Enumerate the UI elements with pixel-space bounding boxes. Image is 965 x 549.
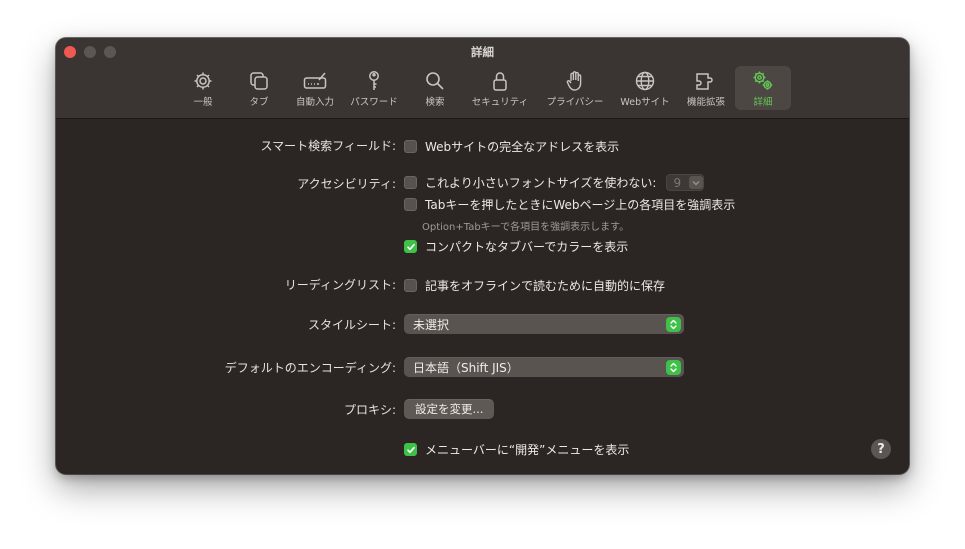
settings-pane: スマート検索フィールド: Webサイトの完全なアドレスを表示 アクセシビリティ:… [56, 119, 909, 474]
tab-websites[interactable]: Webサイト [617, 66, 673, 110]
checkmark-icon [406, 243, 415, 250]
tab-autofill[interactable]: 自動入力 [287, 66, 343, 110]
full-address-text: Webサイトの完全なアドレスを表示 [425, 140, 620, 154]
tab-advanced[interactable]: 詳細 [735, 66, 791, 110]
window-title: 詳細 [471, 45, 494, 59]
help-button[interactable]: ? [871, 439, 891, 459]
hand-icon [566, 71, 582, 91]
smart-search-label: スマート検索フィールド: [260, 139, 396, 153]
updown-chevron-icon [666, 359, 681, 375]
stylesheet-select-wrap: 未選択 [404, 314, 684, 334]
updown-chevron-icon [666, 316, 681, 332]
puzzle-icon [696, 73, 713, 90]
search-icon [426, 72, 444, 90]
min-font-option[interactable]: これより小さいフォントサイズを使わない: 9 [404, 174, 705, 191]
stylesheet-label: スタイルシート: [307, 318, 396, 332]
encoding-label: デフォルトのエンコーディング: [224, 361, 396, 375]
preferences-window: 詳細 一般 タブ 自動入力 パスワード 検索 セキュリティ プライバシー Web… [56, 38, 909, 474]
key-icon [369, 71, 379, 90]
gear-icon [194, 72, 212, 90]
full-address-checkbox[interactable] [404, 140, 417, 153]
tab-highlight-text: Tabキーを押したときにWebページ上の各項目を強調表示 [425, 198, 736, 212]
tabs-icon [250, 72, 268, 90]
tab-highlight-hint: Option+Tabキーで各項目を強調表示します。 [422, 222, 630, 233]
compact-tab-text: コンパクトなタブバーでカラーを表示 [425, 240, 629, 254]
gears-icon [753, 71, 773, 90]
tab-extensions[interactable]: 機能拡張 [678, 66, 734, 110]
tab-general[interactable]: 一般 [175, 66, 231, 110]
tab-label: タブ [249, 97, 269, 108]
stylesheet-select[interactable]: 未選択 [404, 314, 684, 334]
develop-menu-option[interactable]: メニューバーに“開発”メニューを表示 [404, 441, 629, 458]
tab-tabs[interactable]: タブ [231, 66, 287, 110]
tab-privacy[interactable]: プライバシー [547, 66, 603, 110]
titlebar: 詳細 一般 タブ 自動入力 パスワード 検索 セキュリティ プライバシー Web… [56, 38, 909, 119]
change-settings-button[interactable]: 設定を変更... [404, 399, 495, 419]
develop-menu-checkbox[interactable] [404, 443, 417, 456]
compact-tab-checkbox[interactable] [404, 240, 417, 253]
offline-save-text: 記事をオフラインで読むために自動的に保存 [425, 279, 666, 293]
offline-save-option[interactable]: 記事をオフラインで読むために自動的に保存 [404, 277, 665, 294]
tab-label: セキュリティ [471, 97, 529, 108]
min-font-size-value: 9 [673, 175, 682, 190]
develop-menu-text: メニューバーに“開発”メニューを表示 [425, 443, 630, 457]
lock-icon [493, 72, 507, 91]
tab-label: プライバシー [546, 97, 604, 108]
encoding-value: 日本語（Shift JIS） [413, 360, 519, 375]
tab-label: 詳細 [753, 97, 773, 108]
min-font-size-select[interactable]: 9 [666, 174, 705, 191]
tab-passwords[interactable]: パスワード [346, 66, 402, 110]
chevron-down-icon [689, 176, 704, 189]
compact-tab-option[interactable]: コンパクトなタブバーでカラーを表示 [404, 238, 628, 255]
tab-label: パスワード [350, 97, 398, 108]
preferences-toolbar: 一般 タブ 自動入力 パスワード 検索 セキュリティ プライバシー Webサイト… [56, 66, 909, 112]
full-address-option[interactable]: Webサイトの完全なアドレスを表示 [404, 138, 619, 155]
encoding-select[interactable]: 日本語（Shift JIS） [404, 357, 684, 377]
tab-highlight-option[interactable]: Tabキーを押したときにWebページ上の各項目を強調表示 [404, 196, 735, 213]
tab-highlight-checkbox[interactable] [404, 198, 417, 211]
stylesheet-value: 未選択 [413, 317, 450, 332]
tab-label: 検索 [425, 97, 445, 108]
tab-label: 機能拡張 [686, 97, 725, 108]
tab-security[interactable]: セキュリティ [472, 66, 528, 110]
min-font-text: これより小さいフォントサイズを使わない: [425, 176, 657, 190]
proxy-button-wrap: 設定を変更... [404, 399, 495, 419]
proxy-label: プロキシ: [343, 403, 396, 417]
accessibility-label: アクセシビリティ: [297, 177, 396, 191]
offline-save-checkbox[interactable] [404, 279, 417, 292]
tab-label: 自動入力 [295, 97, 334, 108]
tab-label: Webサイト [620, 97, 670, 108]
autofill-icon [303, 72, 327, 89]
reading-list-label: リーディングリスト: [284, 278, 396, 292]
checkmark-icon [406, 446, 415, 453]
globe-icon [635, 71, 655, 91]
tab-label: 一般 [193, 97, 213, 108]
min-font-checkbox[interactable] [404, 176, 417, 189]
tab-search[interactable]: 検索 [407, 66, 463, 110]
encoding-select-wrap: 日本語（Shift JIS） [404, 357, 684, 377]
